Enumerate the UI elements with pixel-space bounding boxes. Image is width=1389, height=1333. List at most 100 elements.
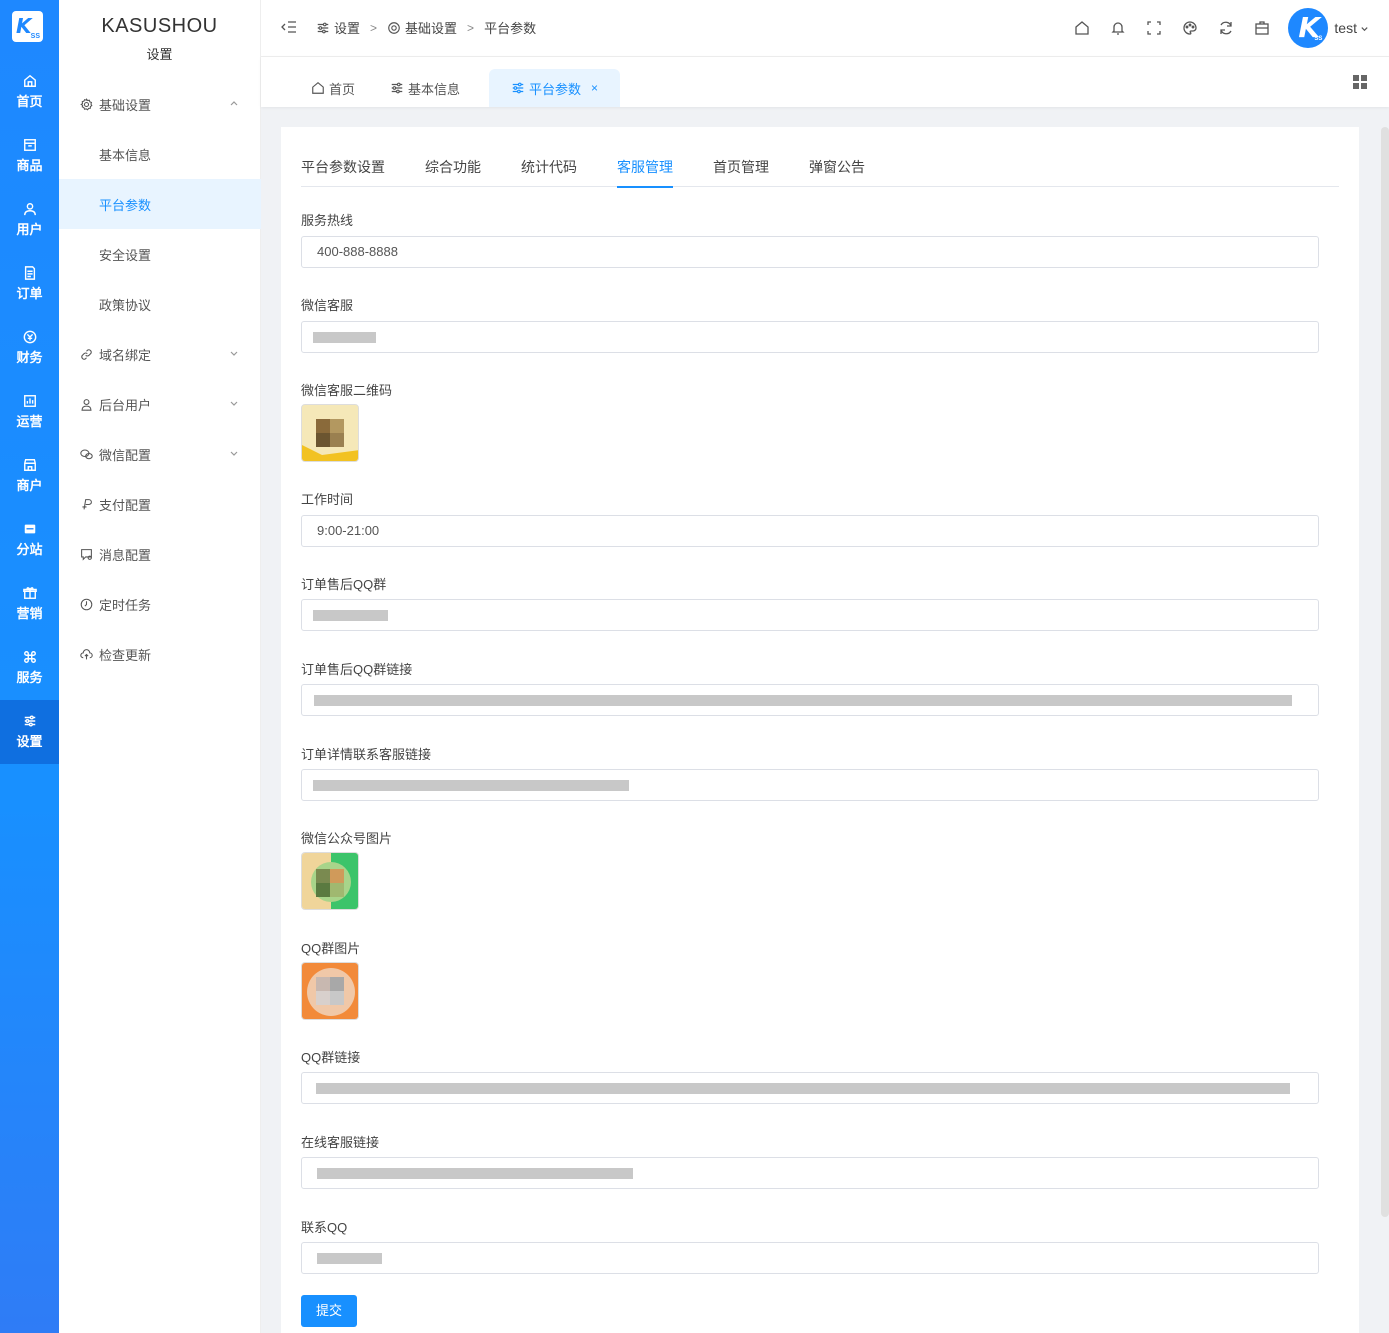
menu-label: 安全设置	[99, 247, 152, 263]
clear-cache-icon[interactable]	[1254, 20, 1270, 36]
rail-item-label: 运营	[16, 414, 43, 429]
redacted-value	[317, 1168, 633, 1179]
page-tab-platform-params[interactable]: 平台参数 ×	[489, 69, 621, 107]
menu-label: 消息配置	[99, 547, 152, 563]
rail-item-orders[interactable]: 订单	[0, 252, 59, 316]
menu-basic-settings[interactable]: 基础设置	[59, 79, 261, 129]
qq-link-input[interactable]	[301, 1072, 1319, 1104]
menu-check-update[interactable]: 检查更新	[59, 629, 261, 679]
app-logo[interactable]: K SS	[12, 11, 43, 42]
worktime-input[interactable]: 9:00-21:00	[301, 515, 1319, 547]
rail-item-home[interactable]: 首页	[0, 60, 59, 124]
contact-qq-label: 联系QQ	[301, 1220, 348, 1235]
rail-item-label: 首页	[16, 94, 43, 109]
menu-admin-users[interactable]: 后台用户	[59, 379, 261, 429]
user-icon	[23, 203, 36, 216]
page-tab-basic-info[interactable]: 基本信息	[380, 69, 470, 107]
rail-item-substation[interactable]: 分站	[0, 508, 59, 572]
goods-icon	[23, 139, 36, 151]
payment-icon	[82, 498, 92, 509]
clock-icon	[80, 598, 93, 610]
top-header: 设置 > 基础设置 > 平台参数 K SS test	[261, 0, 1389, 57]
refresh-icon[interactable]	[1218, 20, 1234, 36]
chevron-down-icon	[230, 451, 238, 456]
tab-statistics-code[interactable]: 统计代码	[521, 155, 577, 187]
hotline-input[interactable]: 400-888-8888	[301, 236, 1319, 268]
rail-item-marketing[interactable]: 营销	[0, 572, 59, 636]
wechat-qr-image[interactable]	[301, 404, 359, 462]
menu-basic-info[interactable]: 基本信息	[59, 129, 261, 179]
close-tab-icon[interactable]: ×	[591, 81, 598, 95]
wechat-service-input[interactable]	[301, 321, 1319, 353]
palette-icon[interactable]	[1182, 20, 1198, 36]
menu-domain-binding[interactable]: 域名绑定	[59, 329, 261, 379]
tab-label: 平台参数	[529, 81, 582, 97]
menu-label: 支付配置	[99, 497, 152, 513]
online-service-label: 在线客服链接	[301, 1135, 380, 1150]
breadcrumb-item[interactable]: 设置	[316, 18, 360, 37]
redacted-value	[313, 610, 388, 621]
submit-button[interactable]: 提交	[301, 1295, 357, 1327]
menu-scheduled-tasks[interactable]: 定时任务	[59, 579, 261, 629]
mp-image[interactable]	[301, 852, 359, 910]
tab-label: 基本信息	[408, 81, 461, 97]
settings-card: 平台参数设置 综合功能 统计代码 客服管理 首页管理 弹窗公告 服务热线 400…	[281, 127, 1359, 1333]
rail-item-operation[interactable]: 运营	[0, 380, 59, 444]
rail-item-label: 设置	[16, 734, 43, 749]
user-menu[interactable]: test	[1334, 20, 1369, 36]
rail-item-goods[interactable]: 商品	[0, 124, 59, 188]
rail-item-label: 商品	[16, 158, 43, 173]
menu-payment-config[interactable]: 支付配置	[59, 479, 261, 529]
page-tab-home[interactable]: 首页	[301, 69, 365, 107]
rail-item-label: 营销	[16, 606, 43, 621]
menu-label: 检查更新	[99, 647, 152, 663]
breadcrumb-label: 基础设置	[405, 21, 458, 36]
rail-item-users[interactable]: 用户	[0, 188, 59, 252]
qq-group-input[interactable]	[301, 599, 1319, 631]
settings-sliders-icon	[24, 715, 35, 727]
tab-homepage-management[interactable]: 首页管理	[713, 155, 769, 187]
rail-item-settings[interactable]: 设置	[0, 700, 59, 764]
menu-label: 基础设置	[99, 97, 152, 113]
rail-item-service[interactable]: 服务	[0, 636, 59, 700]
tab-label: 首页	[329, 81, 356, 97]
menu-label: 政策协议	[99, 297, 152, 313]
tab-popup-notice[interactable]: 弹窗公告	[809, 155, 865, 187]
qq-group-image[interactable]	[301, 962, 359, 1020]
rail-item-label: 服务	[16, 670, 43, 685]
store-icon	[23, 459, 36, 471]
home-icon	[23, 74, 36, 87]
tab-comprehensive-features[interactable]: 综合功能	[425, 155, 481, 187]
avatar[interactable]: K SS	[1288, 8, 1329, 48]
order-service-link-input[interactable]	[301, 769, 1319, 801]
fullscreen-icon[interactable]	[1146, 20, 1162, 36]
wechat-service-label: 微信客服	[301, 298, 354, 313]
collapse-sidebar-icon[interactable]	[281, 20, 297, 34]
qq-group-link-input[interactable]	[301, 684, 1319, 716]
bell-icon[interactable]	[1110, 20, 1126, 36]
breadcrumb-item[interactable]: 基础设置	[387, 18, 457, 37]
redacted-value	[316, 1083, 1290, 1094]
menu-label: 定时任务	[99, 597, 152, 613]
menu-wechat-config[interactable]: 微信配置	[59, 429, 261, 479]
gear-icon	[80, 97, 93, 111]
grid-menu-icon[interactable]	[1353, 75, 1367, 89]
online-service-input[interactable]	[301, 1157, 1319, 1189]
tab-customer-service[interactable]: 客服管理	[617, 155, 673, 188]
menu-security-settings[interactable]: 安全设置	[59, 229, 261, 279]
tab-platform-params-settings[interactable]: 平台参数设置	[301, 155, 385, 187]
page-scrollbar[interactable]	[1381, 127, 1389, 1217]
chevron-down-icon	[230, 351, 238, 356]
sidebar-section-title: 设置	[146, 47, 173, 62]
rail-item-store[interactable]: 商户	[0, 444, 59, 508]
menu-label: 微信配置	[99, 447, 152, 463]
menu-policy-agreement[interactable]: 政策协议	[59, 279, 261, 329]
qr-thumbnail-image	[302, 405, 358, 461]
contact-qq-input[interactable]	[301, 1242, 1319, 1274]
logo-sub: SS	[30, 33, 40, 40]
rail-item-finance[interactable]: 财务	[0, 316, 59, 380]
order-icon	[24, 266, 35, 280]
home-icon[interactable]	[1074, 20, 1090, 36]
menu-message-config[interactable]: 消息配置	[59, 529, 261, 579]
menu-platform-params[interactable]: 平台参数	[59, 179, 261, 229]
